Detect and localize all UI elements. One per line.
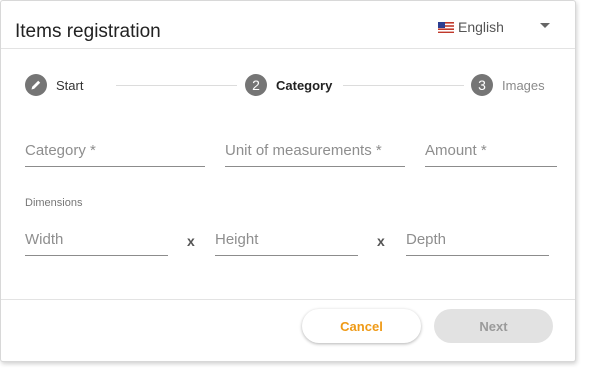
- dimension-separator: x: [377, 233, 385, 249]
- unit-field[interactable]: [225, 140, 405, 167]
- width-field[interactable]: [25, 229, 168, 256]
- height-input[interactable]: [215, 229, 358, 249]
- step-connector: [343, 85, 464, 86]
- step-start[interactable]: Start: [25, 73, 83, 97]
- pencil-icon: [25, 74, 47, 96]
- language-label: English: [458, 19, 504, 35]
- step-category[interactable]: 2 Category: [245, 73, 332, 97]
- step-number-badge: 2: [245, 74, 267, 96]
- next-button[interactable]: Next: [434, 309, 553, 343]
- dialog-header: Items registration English: [1, 1, 575, 49]
- amount-input[interactable]: [425, 140, 557, 160]
- step-category-label: Category: [276, 77, 333, 93]
- language-selector[interactable]: English: [438, 17, 504, 37]
- depth-input[interactable]: [406, 229, 549, 249]
- step-connector: [116, 85, 237, 86]
- height-field[interactable]: [215, 229, 358, 256]
- width-input[interactable]: [25, 229, 168, 249]
- items-registration-dialog: Items registration English Start 2 Categ…: [0, 0, 576, 362]
- step-start-label: Start: [56, 77, 84, 93]
- chevron-down-icon[interactable]: [540, 23, 550, 28]
- footer-divider: [1, 299, 575, 300]
- cancel-button[interactable]: Cancel: [302, 309, 421, 343]
- category-input[interactable]: [25, 140, 205, 160]
- category-field[interactable]: [25, 140, 205, 167]
- dimensions-label: Dimensions: [25, 197, 83, 209]
- dialog-title: Items registration: [15, 21, 161, 42]
- step-images-label: Images: [502, 77, 545, 93]
- depth-field[interactable]: [406, 229, 549, 256]
- unit-of-measurements-input[interactable]: [225, 140, 405, 160]
- dimension-separator: x: [187, 233, 195, 249]
- us-flag-icon: [438, 21, 454, 33]
- step-number-badge: 3: [471, 74, 493, 96]
- step-images[interactable]: 3 Images: [471, 73, 545, 97]
- amount-field[interactable]: [425, 140, 557, 167]
